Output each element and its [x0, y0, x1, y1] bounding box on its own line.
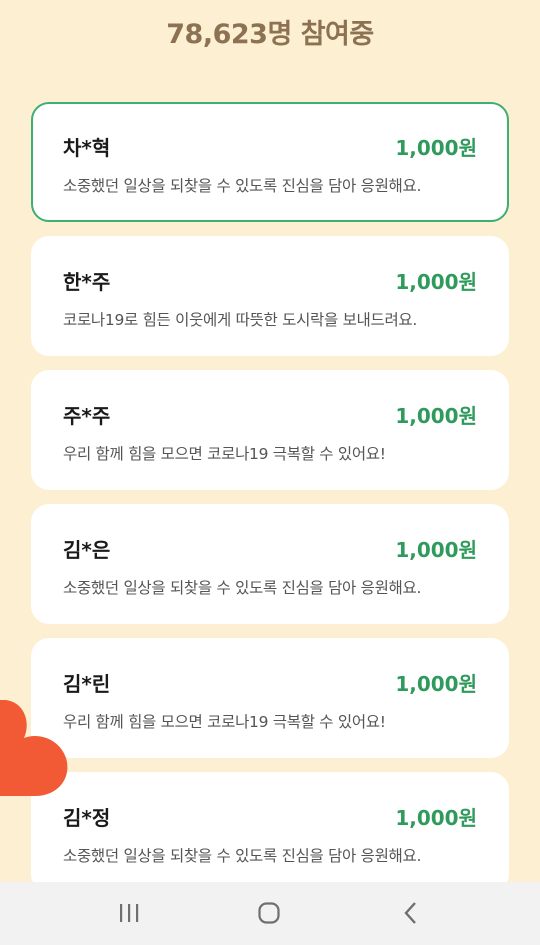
cheer-card-name: 차*혁 [63, 136, 111, 160]
cheer-card-amount: 1,000원 [395, 672, 477, 696]
cheer-card-amount: 1,000원 [395, 806, 477, 830]
cheer-card-name: 김*정 [63, 806, 111, 830]
cheer-card-name: 김*린 [63, 672, 111, 696]
recent-apps-icon[interactable] [109, 895, 149, 931]
cheer-card-amount: 1,000원 [395, 404, 477, 428]
cheer-card-message: 우리 함께 힘을 모으면 코로나19 극복할 수 있어요! [63, 445, 386, 463]
system-navigation-bar [0, 882, 540, 945]
cheer-card[interactable]: 김*은 1,000원 소중했던 일상을 되찾을 수 있도록 진심을 담아 응원해… [31, 504, 509, 624]
cheer-card-amount: 1,000원 [395, 136, 477, 160]
cheer-card[interactable]: 주*주 1,000원 우리 함께 힘을 모으면 코로나19 극복할 수 있어요! [31, 370, 509, 490]
cheer-card-message: 우리 함께 힘을 모으면 코로나19 극복할 수 있어요! [63, 713, 386, 731]
cheer-card-message: 소중했던 일상을 되찾을 수 있도록 진심을 담아 응원해요. [63, 847, 422, 865]
cheer-card[interactable]: 한*주 1,000원 코로나19로 힘든 이웃에게 따뜻한 도시락을 보내드려요… [31, 236, 509, 356]
cheer-card-message: 소중했던 일상을 되찾을 수 있도록 진심을 담아 응원해요. [63, 579, 422, 597]
home-icon[interactable] [249, 895, 289, 931]
cheer-card-message: 코로나19로 힘든 이웃에게 따뜻한 도시락을 보내드려요. [63, 311, 418, 329]
cheer-card-amount: 1,000원 [395, 270, 477, 294]
cheer-card-amount: 1,000원 [395, 538, 477, 562]
cheer-card[interactable]: 김*린 1,000원 우리 함께 힘을 모으면 코로나19 극복할 수 있어요! [31, 638, 509, 758]
cheer-message-list[interactable]: 차*혁 1,000원 소중했던 일상을 되찾을 수 있도록 진심을 담아 응원해… [31, 102, 509, 906]
cheer-card-name: 한*주 [63, 270, 111, 294]
cheer-card[interactable]: 차*혁 1,000원 소중했던 일상을 되찾을 수 있도록 진심을 담아 응원해… [31, 102, 509, 222]
participants-count-title: 78,623명 참여중 [166, 19, 374, 50]
cheer-card-message: 소중했던 일상을 되찾을 수 있도록 진심을 담아 응원해요. [63, 177, 422, 195]
cheer-card-name: 주*주 [63, 404, 111, 428]
cheer-card-name: 김*은 [63, 538, 111, 562]
cheer-card[interactable]: 김*정 1,000원 소중했던 일상을 되찾을 수 있도록 진심을 담아 응원해… [31, 772, 509, 892]
back-icon[interactable] [391, 895, 431, 931]
